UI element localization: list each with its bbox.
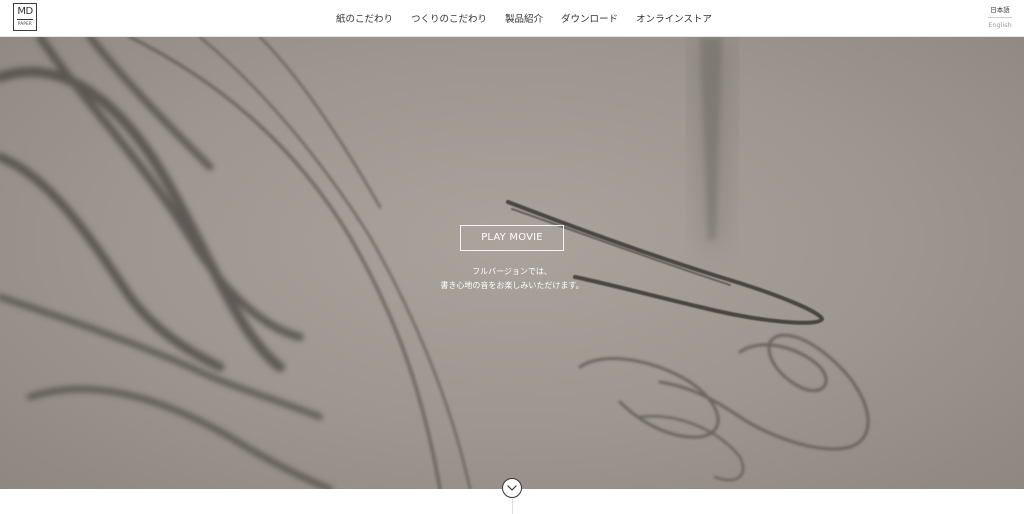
language-divider xyxy=(988,17,1012,18)
center-divider-line xyxy=(512,499,513,514)
nav-item-online-store[interactable]: オンラインストア xyxy=(636,11,712,25)
caption-line-1: フルバージョンでは、 xyxy=(472,267,552,276)
logo-md-text: MD xyxy=(17,6,33,17)
logo-paper-text: PAPER xyxy=(17,21,33,26)
nav-item-paper[interactable]: 紙のこだわり xyxy=(336,11,393,25)
nav-item-download[interactable]: ダウンロード xyxy=(561,11,618,25)
md-paper-logo[interactable]: MD PAPER xyxy=(13,3,37,31)
site-header: MD PAPER 紙のこだわり つくりのこだわり 製品紹介 ダウンロード オンラ… xyxy=(0,0,1024,37)
caption-line-2: 書き心地の音をお楽しみいただけます。 xyxy=(440,281,584,290)
play-movie-button[interactable]: PLAY MOVIE xyxy=(460,225,564,251)
language-english[interactable]: English xyxy=(988,21,1012,30)
chevron-down-icon xyxy=(507,485,517,491)
language-japanese[interactable]: 日本語 xyxy=(988,6,1012,15)
scroll-down-button[interactable] xyxy=(502,478,522,498)
language-switcher: 日本語 English xyxy=(988,6,1012,30)
hero-video-area[interactable]: PLAY MOVIE フルバージョンでは、 書き心地の音をお楽しみいただけます。 xyxy=(0,37,1024,489)
nav-item-craftsmanship[interactable]: つくりのこだわり xyxy=(411,11,487,25)
nav-item-products[interactable]: 製品紹介 xyxy=(505,11,543,25)
pencil-sketch-background xyxy=(0,37,870,489)
hero-caption: フルバージョンでは、 書き心地の音をお楽しみいただけます。 xyxy=(312,265,712,293)
main-navigation: 紙のこだわり つくりのこだわり 製品紹介 ダウンロード オンラインストア xyxy=(336,0,712,36)
logo-divider xyxy=(17,19,33,20)
